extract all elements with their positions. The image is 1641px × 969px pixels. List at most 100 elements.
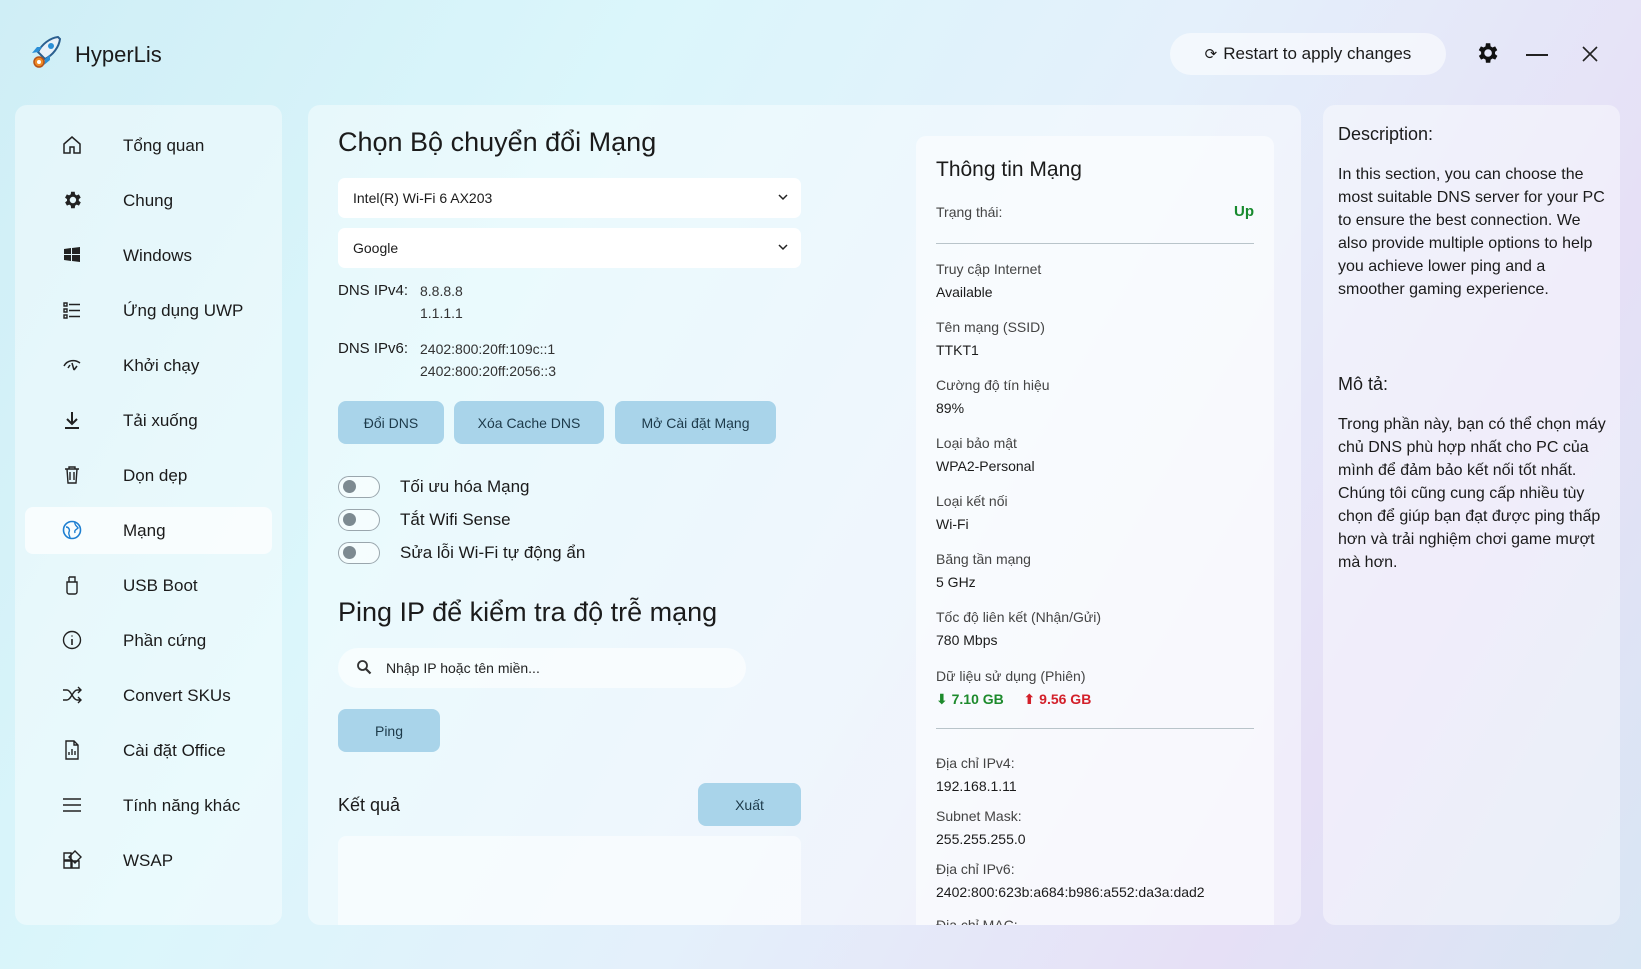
status-label: Trạng thái: (936, 204, 1003, 220)
usb-icon (66, 576, 78, 595)
sidebar-item-label: Tải xuống (123, 411, 198, 430)
sidebar-item-tong-quan[interactable]: Tổng quan (25, 122, 272, 169)
description-title-vi: Mô tả: (1338, 374, 1389, 394)
sidebar-item-label: Mạng (123, 521, 166, 540)
disable-wifi-sense-toggle[interactable] (338, 509, 380, 531)
adapter-section-title: Chọn Bộ chuyển đổi Mạng (338, 127, 657, 157)
dns-ipv6-primary: 2402:800:20ff:109c::1 (420, 341, 556, 357)
download-arrow-icon: ⬇ (936, 691, 948, 707)
close-icon[interactable] (1578, 42, 1602, 66)
ipv6-label: Địa chỉ IPv6: (936, 861, 1015, 877)
title-bar: HyperLis ⟳ Restart to apply changes (0, 0, 1641, 100)
sidebar-item-label: Cài đặt Office (123, 741, 226, 760)
signal-strength-label: Cường độ tín hiệu (936, 377, 1050, 393)
apps-icon (63, 850, 82, 869)
sidebar-item-tai-xuong[interactable]: Tải xuống (25, 397, 272, 444)
settings-gear-icon[interactable] (1474, 40, 1500, 66)
trash-icon (65, 466, 79, 484)
menu-icon (63, 798, 81, 812)
dns-provider-value: Google (353, 240, 399, 256)
sidebar-item-label: Windows (123, 246, 192, 265)
signal-strength-value: 89% (936, 400, 965, 416)
sidebar-item-label: Tính năng khác (123, 796, 241, 815)
sidebar-item-chung[interactable]: Chung (25, 177, 272, 224)
change-dns-button[interactable]: Đổi DNS (338, 401, 444, 444)
optimize-network-toggle[interactable] (338, 476, 380, 498)
globe-icon (62, 520, 82, 540)
sidebar-item-windows[interactable]: Windows (25, 232, 272, 279)
sidebar-item-mang[interactable]: Mạng (25, 507, 272, 554)
list-icon (63, 302, 80, 319)
minimize-button[interactable] (1524, 42, 1550, 66)
windows-icon (64, 247, 80, 262)
description-text-en: In this section, you can choose the most… (1338, 166, 1605, 298)
data-usage-values: ⬇ 7.10 GB ⬆ 9.56 GB (936, 691, 1091, 708)
sidebar-item-label: Ứng dụng UWP (123, 301, 244, 320)
ipv4-label: Địa chỉ IPv4: (936, 755, 1015, 771)
data-usage-label: Dữ liệu sử dụng (Phiên) (936, 668, 1086, 684)
fix-hidden-wifi-label: Sửa lỗi Wi-Fi tự động ẩn (400, 543, 586, 562)
optimize-network-label: Tối ưu hóa Mạng (400, 477, 530, 496)
subnet-mask-value: 255.255.255.0 (936, 831, 1026, 847)
ping-section-title: Ping IP để kiểm tra độ trễ mạng (338, 597, 718, 627)
data-download-value: 7.10 GB (951, 691, 1004, 707)
sidebar-item-wsap[interactable]: WSAP (25, 837, 272, 884)
sidebar-item-uwp[interactable]: Ứng dụng UWP (25, 287, 272, 334)
ipv6-value: 2402:800:623b:a684:b986:a552:da3a:dad2 (936, 884, 1205, 900)
dns-ipv6-secondary: 2402:800:20ff:2056::3 (420, 363, 556, 379)
ssid-value: TTKT1 (936, 342, 979, 358)
status-badge: Up (1234, 203, 1254, 220)
sidebar-item-cai-dat-office[interactable]: Cài đặt Office (25, 727, 272, 774)
link-speed-value: 780 Mbps (936, 632, 998, 648)
subnet-mask-label: Subnet Mask: (936, 808, 1022, 824)
sidebar-item-label: USB Boot (123, 576, 198, 595)
data-upload-value: 9.56 GB (1039, 691, 1092, 707)
sidebar-item-usb-boot[interactable]: USB Boot (25, 562, 272, 609)
sidebar-item-label: Tổng quan (123, 136, 205, 155)
export-button[interactable]: Xuất (698, 783, 801, 826)
ping-button[interactable]: Ping (338, 709, 440, 752)
shuffle-icon (63, 686, 82, 704)
ping-result-output (338, 836, 801, 925)
flush-dns-cache-button[interactable]: Xóa Cache DNS (454, 401, 604, 444)
dns-ipv6-label: DNS IPv6: (338, 340, 409, 357)
refresh-icon: ⟳ (1204, 46, 1218, 63)
fix-hidden-wifi-toggle[interactable] (338, 542, 380, 564)
sidebar: Tổng quan Chung Windows Ứng dụng UWP Khở… (15, 105, 282, 925)
security-type-label: Loại bảo mật (936, 435, 1017, 451)
adapter-select[interactable]: Intel(R) Wi-Fi 6 AX203 (338, 178, 801, 218)
sidebar-item-khoi-chay[interactable]: Khởi chạy (25, 342, 272, 389)
open-network-settings-button[interactable]: Mở Cài đặt Mạng (615, 401, 776, 444)
sidebar-item-label: Khởi chạy (123, 356, 200, 375)
result-label: Kết quả (338, 795, 401, 815)
disable-wifi-sense-label: Tắt Wifi Sense (400, 510, 511, 529)
app-title: HyperLis (75, 42, 162, 67)
dns-provider-select[interactable]: Google (338, 228, 801, 268)
restart-button[interactable]: ⟳ Restart to apply changes (1170, 33, 1446, 75)
office-document-icon (65, 740, 79, 760)
sidebar-item-label: Dọn dẹp (123, 466, 188, 485)
search-icon (357, 660, 372, 675)
adapter-select-value: Intel(R) Wi-Fi 6 AX203 (353, 190, 493, 206)
sidebar-item-label: WSAP (123, 851, 174, 870)
sidebar-item-tinh-nang-khac[interactable]: Tính năng khác (25, 782, 272, 829)
sidebar-item-label: Convert SKUs (123, 686, 231, 705)
divider (936, 728, 1254, 729)
network-info-title: Thông tin Mạng (936, 158, 1082, 181)
band-label: Băng tần mạng (936, 551, 1031, 567)
restart-label: Restart to apply changes (1223, 44, 1412, 63)
sidebar-item-don-dep[interactable]: Dọn dẹp (25, 452, 272, 499)
sidebar-item-phan-cung[interactable]: Phần cứng (25, 617, 272, 664)
ping-target-input[interactable]: Nhập IP hoặc tên miền... (338, 648, 746, 688)
dns-ipv4-primary: 8.8.8.8 (420, 283, 463, 299)
sidebar-item-convert-skus[interactable]: Convert SKUs (25, 672, 272, 719)
startup-icon (63, 359, 81, 371)
chevron-down-icon (778, 194, 788, 201)
sidebar-item-label: Chung (123, 191, 174, 210)
dns-ipv4-secondary: 1.1.1.1 (420, 305, 463, 321)
gear-icon (65, 191, 81, 209)
chevron-down-icon (778, 244, 788, 251)
home-icon (63, 136, 81, 154)
ping-input-placeholder: Nhập IP hoặc tên miền... (386, 660, 540, 676)
description-panel: Description: In this section, you can ch… (1323, 105, 1620, 925)
